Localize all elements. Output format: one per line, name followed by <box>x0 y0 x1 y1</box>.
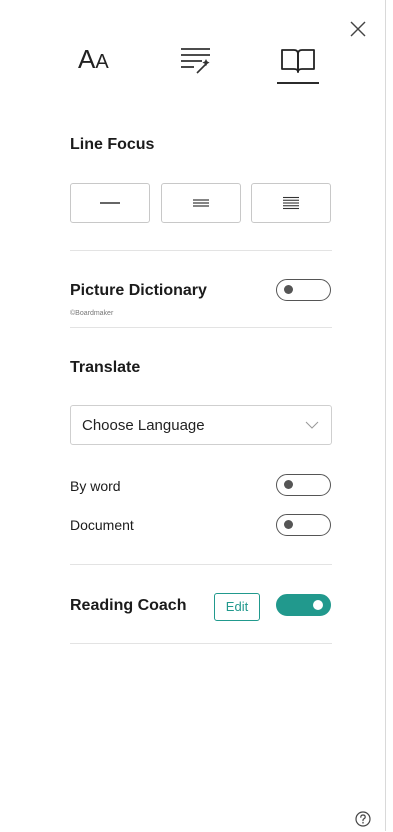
close-button[interactable] <box>349 20 367 38</box>
by-word-toggle[interactable] <box>276 474 331 496</box>
toggle-knob <box>284 480 293 489</box>
immersive-reader-options-panel: AA Line Focus Picture Dictionary ©Boardm… <box>0 0 386 831</box>
picture-dictionary-toggle[interactable] <box>276 279 331 301</box>
choose-language-dropdown[interactable]: Choose Language <box>70 405 332 445</box>
five-lines-icon <box>283 196 299 210</box>
by-word-label: By word <box>70 478 121 494</box>
help-icon <box>355 811 371 827</box>
three-lines-icon <box>193 199 209 207</box>
one-line-icon <box>100 202 120 204</box>
document-toggle[interactable] <box>276 514 331 536</box>
chevron-down-icon <box>305 421 319 429</box>
reading-coach-title: Reading Coach <box>70 597 187 614</box>
reading-coach-toggle[interactable] <box>276 594 331 616</box>
choose-language-label: Choose Language <box>82 417 205 434</box>
translate-title: Translate <box>70 359 141 376</box>
tab-reading-preferences[interactable] <box>277 40 319 88</box>
picture-dictionary-title: Picture Dictionary <box>70 282 207 299</box>
boardmaker-credit: ©Boardmaker <box>70 310 114 317</box>
text-options-icon <box>181 48 210 74</box>
divider <box>70 564 332 565</box>
divider <box>70 643 332 644</box>
line-focus-title: Line Focus <box>70 136 155 153</box>
active-tab-indicator <box>277 82 319 84</box>
document-label: Document <box>70 517 134 533</box>
line-focus-five-lines-button[interactable] <box>251 183 331 223</box>
line-focus-one-line-button[interactable] <box>70 183 150 223</box>
tab-text-size[interactable]: AA <box>76 40 116 88</box>
reading-coach-edit-button[interactable]: Edit <box>214 593 260 621</box>
tab-text-options[interactable] <box>180 40 220 88</box>
text-size-icon: AA <box>78 44 109 74</box>
toggle-knob <box>284 520 293 529</box>
toggle-knob <box>313 599 323 610</box>
help-button[interactable] <box>355 811 371 827</box>
options-tabs: AA <box>70 40 332 90</box>
book-icon <box>281 49 315 73</box>
line-focus-three-lines-button[interactable] <box>161 183 241 223</box>
toggle-knob <box>284 285 293 294</box>
divider <box>70 327 332 328</box>
close-icon <box>350 21 366 37</box>
divider <box>70 250 332 251</box>
